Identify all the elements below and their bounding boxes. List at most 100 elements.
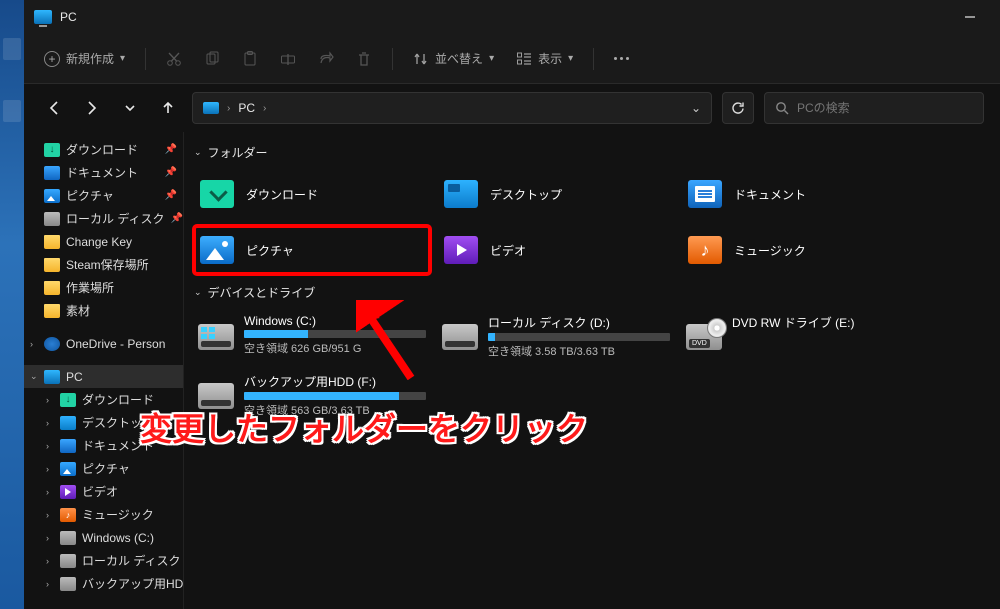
drive-name: DVD RW ドライブ (E:) — [732, 314, 914, 331]
more-button[interactable] — [606, 43, 637, 75]
cut-button[interactable] — [158, 43, 190, 75]
drive-icon — [442, 324, 478, 350]
sidebar-item-steam[interactable]: Steam保存場所 — [24, 253, 183, 276]
separator — [593, 48, 594, 70]
sidebar-child-downloads[interactable]: › ダウンロード — [24, 388, 183, 411]
drive-localdisk-d[interactable]: ローカル ディスク (D:) 空き領域 3.58 TB/3.63 TB — [438, 310, 674, 363]
folder-desktop[interactable]: デスクトップ — [438, 170, 674, 218]
back-button[interactable] — [40, 94, 68, 122]
drive-sub: 空き領域 626 GB/951 G — [244, 340, 426, 356]
search-input[interactable] — [797, 101, 973, 115]
breadcrumb-dropdown-icon[interactable]: ⌄ — [691, 101, 701, 115]
share-button[interactable] — [310, 43, 342, 75]
document-icon — [60, 439, 76, 453]
sidebar-item-downloads[interactable]: ダウンロード 📌 — [24, 138, 183, 161]
sidebar-item-workplace[interactable]: 作業場所 — [24, 276, 183, 299]
document-icon — [688, 180, 722, 208]
delete-button[interactable] — [348, 43, 380, 75]
sidebar-item-onedrive[interactable]: › OneDrive - Person — [24, 332, 183, 355]
expand-icon[interactable]: › — [46, 487, 49, 497]
sidebar-child-backup-hdd[interactable]: › バックアップ用HD — [24, 572, 183, 595]
toolbar: + 新規作成 ▾ 並べ替え ▾ 表示 — [24, 34, 1000, 84]
sidebar-item-label: 素材 — [66, 302, 90, 319]
folder-documents[interactable]: ドキュメント — [682, 170, 918, 218]
folder-icon — [44, 258, 60, 272]
breadcrumb[interactable]: › PC › ⌄ — [192, 92, 712, 124]
expand-icon[interactable]: › — [46, 533, 49, 543]
sidebar-child-windows-c[interactable]: › Windows (C:) — [24, 526, 183, 549]
expand-icon[interactable]: › — [46, 441, 49, 451]
sidebar-item-documents[interactable]: ドキュメント 📌 — [24, 161, 183, 184]
drive-windows-c[interactable]: Windows (C:) 空き領域 626 GB/951 G — [194, 310, 430, 363]
folder-pictures[interactable]: ピクチャ — [194, 226, 430, 274]
collapse-icon[interactable]: ⌄ — [30, 371, 38, 382]
refresh-button[interactable] — [722, 92, 754, 124]
folder-label: デスクトップ — [490, 186, 562, 203]
expand-icon[interactable]: › — [46, 556, 49, 566]
sidebar-child-pictures[interactable]: › ピクチャ — [24, 457, 183, 480]
video-icon — [60, 485, 76, 499]
sidebar: ダウンロード 📌 ドキュメント 📌 ピクチャ 📌 ローカル ディスク 📌 Cha — [24, 132, 184, 609]
sort-button[interactable]: 並べ替え ▾ — [405, 43, 502, 75]
sidebar-item-label: ダウンロード — [66, 141, 138, 158]
sidebar-child-documents[interactable]: › ドキュメント — [24, 434, 183, 457]
group-label: デバイスとドライブ — [208, 284, 316, 301]
paste-button[interactable] — [234, 43, 266, 75]
up-button[interactable] — [154, 94, 182, 122]
pin-icon: 📌 — [171, 213, 183, 224]
sidebar-item-label: バックアップ用HD — [82, 575, 183, 592]
sidebar-item-changekey[interactable]: Change Key — [24, 230, 183, 253]
group-folders[interactable]: ⌄ フォルダー — [194, 140, 990, 164]
sidebar-item-label: ドキュメント — [82, 437, 154, 454]
folder-icon — [44, 235, 60, 249]
drive-dvd-e[interactable]: DVD RW ドライブ (E:) — [682, 310, 918, 363]
expand-icon[interactable]: › — [46, 395, 49, 405]
sidebar-item-pictures[interactable]: ピクチャ 📌 — [24, 184, 183, 207]
desktop-icon — [60, 416, 76, 430]
expand-icon[interactable]: › — [46, 418, 49, 428]
pin-icon: 📌 — [165, 144, 177, 155]
expand-icon[interactable]: › — [46, 510, 49, 520]
drive-sub: 空き領域 3.58 TB/3.63 TB — [488, 343, 670, 359]
minimize-button[interactable] — [950, 2, 990, 32]
search-box[interactable] — [764, 92, 984, 124]
sidebar-item-localdisk[interactable]: ローカル ディスク 📌 — [24, 207, 183, 230]
new-button[interactable]: + 新規作成 ▾ — [36, 43, 133, 75]
capacity-bar — [244, 392, 426, 400]
sidebar-child-video[interactable]: › ビデオ — [24, 480, 183, 503]
recent-button[interactable] — [116, 94, 144, 122]
clipboard-icon — [242, 51, 258, 67]
video-icon — [444, 236, 478, 264]
folder-label: ピクチャ — [246, 242, 294, 259]
forward-button[interactable] — [78, 94, 106, 122]
expand-icon[interactable]: › — [30, 339, 33, 349]
dvd-icon — [686, 324, 722, 350]
sidebar-child-desktop[interactable]: › デスクトップ — [24, 411, 183, 434]
folder-video[interactable]: ビデオ — [438, 226, 674, 274]
music-icon: ♪ — [688, 236, 722, 264]
copy-button[interactable] — [196, 43, 228, 75]
sidebar-item-label: PC — [66, 370, 83, 384]
sidebar-item-sozai[interactable]: 素材 — [24, 299, 183, 322]
sidebar-item-label: Windows (C:) — [82, 531, 154, 545]
sort-label: 並べ替え — [435, 50, 483, 67]
sidebar-item-label: デスクトップ — [82, 414, 154, 431]
search-icon — [775, 101, 789, 115]
sidebar-child-localdisk-d[interactable]: › ローカル ディスク (D — [24, 549, 183, 572]
download-icon — [200, 180, 234, 208]
expand-icon[interactable]: › — [46, 464, 49, 474]
rename-button[interactable] — [272, 43, 304, 75]
desktop-background — [0, 0, 24, 609]
folder-music[interactable]: ♪ ミュージック — [682, 226, 918, 274]
drive-backup-f[interactable]: バックアップ用HDD (F:) 空き領域 563 GB/3.63 TB — [194, 369, 430, 422]
sidebar-child-music[interactable]: › ミュージック — [24, 503, 183, 526]
sidebar-item-label: ローカル ディスク (D — [82, 552, 184, 569]
sidebar-item-pc[interactable]: ⌄ PC — [24, 365, 183, 388]
breadcrumb-pc[interactable]: PC — [238, 101, 255, 115]
folder-downloads[interactable]: ダウンロード — [194, 170, 430, 218]
view-button[interactable]: 表示 ▾ — [508, 43, 581, 75]
picture-icon — [44, 189, 60, 203]
expand-icon[interactable]: › — [46, 579, 49, 589]
chevron-down-icon: ▾ — [489, 53, 494, 64]
group-drives[interactable]: ⌄ デバイスとドライブ — [194, 280, 990, 304]
